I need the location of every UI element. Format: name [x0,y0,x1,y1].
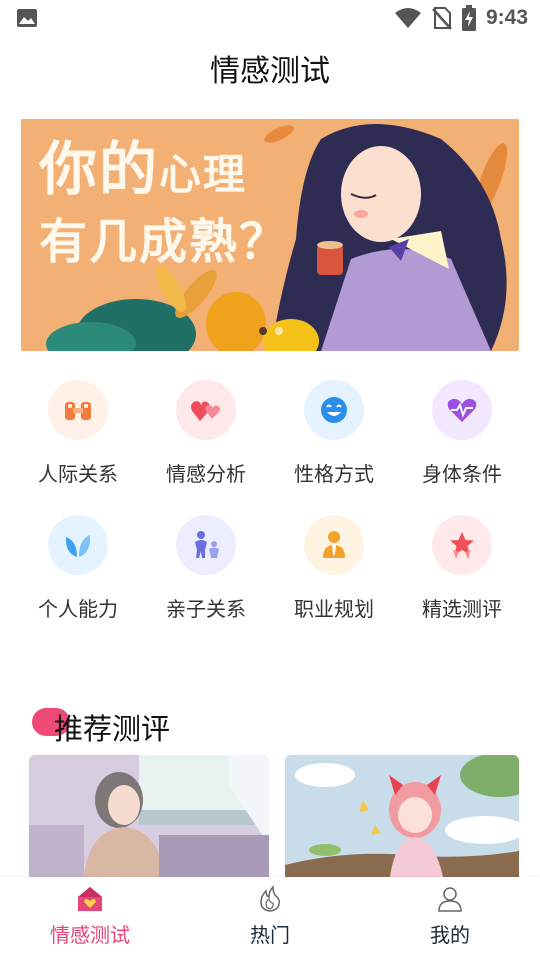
category-emotion[interactable]: 情感分析 [142,380,270,487]
people-icon [65,402,91,420]
category-label: 情感分析 [166,462,246,486]
card-illustration [285,755,519,877]
leaf-icon [65,535,91,557]
category-ability[interactable]: 个人能力 [14,515,142,622]
category-parent-child[interactable]: 亲子关系 [142,515,270,622]
category-icon-bg [48,515,108,575]
recommend-card[interactable] [285,755,519,877]
no-sim-icon [432,7,452,30]
banner-headline: 你的心理 有几成熟？ [39,137,289,273]
category-career[interactable]: 职业规划 [270,515,398,622]
page-title: 情感测试 [210,54,330,89]
pager-dot [259,327,267,335]
recommend-title: 推荐测评 [54,712,171,746]
category-label: 人际关系 [38,462,118,486]
tab-label: 我的 [430,923,470,947]
smiley-icon [321,397,347,423]
banner-line2: 有几成熟？ [39,214,290,270]
business-person-icon [323,531,345,558]
tab-mine[interactable]: 我的 [360,877,540,960]
category-icon-bg [176,380,236,440]
category-label: 个人能力 [38,597,118,621]
flame-icon [260,885,280,912]
tab-hot[interactable]: 热门 [180,877,360,960]
category-grid: 人际关系 情感分析 性格方式 身体条件 个人能力 亲子关系 职业规划 精选测评 [14,380,526,622]
category-icon-bg [432,380,492,440]
hearts-icon [191,401,220,421]
gallery-icon [17,9,37,27]
pager-dot [275,327,283,335]
category-physical[interactable]: 身体条件 [398,380,526,487]
parent-child-icon [195,531,219,558]
category-interpersonal[interactable]: 人际关系 [14,380,142,487]
star-ribbon-icon [450,532,474,559]
banner-line1-big: 你的 [39,135,160,203]
category-label: 职业规划 [294,597,374,621]
category-icon-bg [304,515,364,575]
wifi-icon [394,8,421,28]
card-illustration [29,755,269,877]
recommend-cards [29,755,519,877]
category-label: 亲子关系 [166,597,246,621]
battery-icon [461,5,476,31]
category-icon-bg [432,515,492,575]
user-icon [438,887,462,912]
category-icon-bg [48,380,108,440]
category-label: 性格方式 [294,462,374,486]
recommend-card[interactable] [29,755,269,877]
tab-label: 情感测试 [50,923,130,947]
bottom-tab-bar: 情感测试 热门 我的 [0,877,540,960]
tab-label: 热门 [250,923,290,947]
status-time: 9:43 [485,6,528,29]
category-personality[interactable]: 性格方式 [270,380,398,487]
home-heart-icon [78,887,102,911]
category-icon-bg [176,515,236,575]
category-featured[interactable]: 精选测评 [398,515,526,622]
category-label: 身体条件 [422,462,502,486]
status-bar: 9:43 [0,0,540,36]
banner-pager [259,327,283,335]
promo-banner[interactable]: 你的心理 有几成熟？ [21,119,519,351]
banner-line1-small: 心理 [159,150,248,199]
category-label: 精选测评 [422,597,502,621]
heartbeat-icon [447,398,477,422]
tab-emotion-test[interactable]: 情感测试 [0,877,180,960]
category-icon-bg [304,380,364,440]
